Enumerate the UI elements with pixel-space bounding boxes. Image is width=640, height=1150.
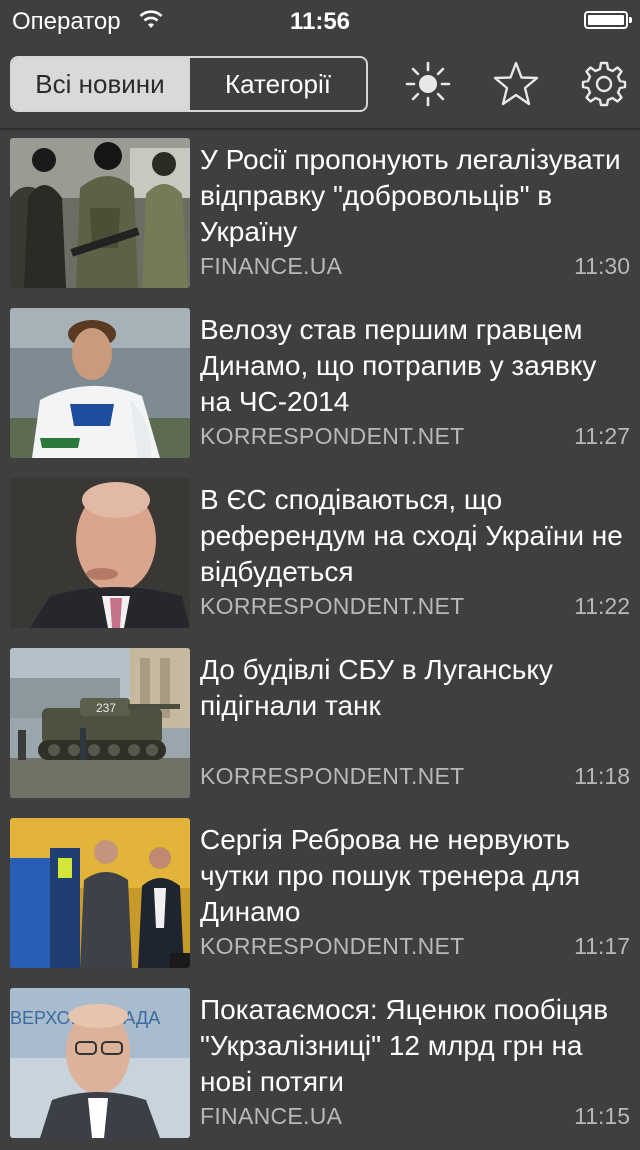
- news-thumbnail: 237: [10, 648, 190, 798]
- news-title: До будівлі СБУ в Луганську підігнали тан…: [200, 654, 553, 721]
- news-time: 11:17: [574, 933, 630, 959]
- news-thumbnail: [10, 138, 190, 288]
- news-source: KORRESPONDENT.NET: [200, 933, 465, 959]
- news-source: FINANCE.UA: [200, 253, 343, 279]
- news-thumbnail: [10, 818, 190, 968]
- news-title: Покатаємося: Яценюк пообіцяв "Укрзалізни…: [200, 994, 609, 1097]
- news-item[interactable]: 237 До будівлі СБУ в Луганську підігнали…: [0, 640, 640, 810]
- status-clock: 11:56: [289, 8, 351, 35]
- news-thumbnail: [10, 478, 190, 628]
- brightness-icon[interactable]: [404, 60, 452, 108]
- news-title: В ЄС сподіваються, що референдум на сход…: [200, 484, 623, 587]
- news-thumbnail: ВЕРХОВНА РАДА: [10, 988, 190, 1138]
- news-time: 11:18: [574, 763, 630, 789]
- gear-icon[interactable]: [580, 60, 628, 108]
- news-thumbnail: [10, 308, 190, 458]
- news-time: 11:27: [574, 423, 630, 449]
- battery-icon: [584, 11, 632, 29]
- news-item[interactable]: Велозу став першим гравцем Динамо, що по…: [0, 300, 640, 470]
- toolbar: Всі новини Категорії: [0, 40, 640, 130]
- news-title: У Росії пропонують легалізувати відправк…: [200, 144, 621, 247]
- news-item[interactable]: У Росії пропонують легалізувати відправк…: [0, 130, 640, 300]
- news-source: FINANCE.UA: [200, 1103, 343, 1129]
- tab-categories[interactable]: Категорії: [188, 58, 366, 110]
- news-time: 11:30: [574, 253, 630, 279]
- news-time: 11:22: [574, 593, 630, 619]
- news-item[interactable]: Сергія Реброва не нервують чутки про пош…: [0, 810, 640, 980]
- news-list: У Росії пропонують легалізувати відправк…: [0, 130, 640, 1150]
- news-time: 11:15: [574, 1103, 630, 1129]
- tank-number-label: 237: [96, 701, 116, 715]
- news-source: KORRESPONDENT.NET: [200, 593, 465, 619]
- news-filter-segmented-control: Всі новини Категорії: [10, 56, 368, 112]
- star-icon[interactable]: [492, 60, 540, 108]
- news-source: KORRESPONDENT.NET: [200, 763, 465, 789]
- news-source: KORRESPONDENT.NET: [200, 423, 465, 449]
- news-title: Велозу став першим гравцем Динамо, що по…: [200, 314, 597, 417]
- news-item[interactable]: В ЄС сподіваються, що референдум на сход…: [0, 470, 640, 640]
- tab-all-news[interactable]: Всі новини: [12, 58, 188, 110]
- news-item[interactable]: ВЕРХОВНА РАДА Покатаємося: Яценюк пообіц…: [0, 980, 640, 1150]
- status-bar: Оператор 11:56: [0, 0, 640, 40]
- news-title: Сергія Реброва не нервують чутки про пош…: [200, 824, 581, 927]
